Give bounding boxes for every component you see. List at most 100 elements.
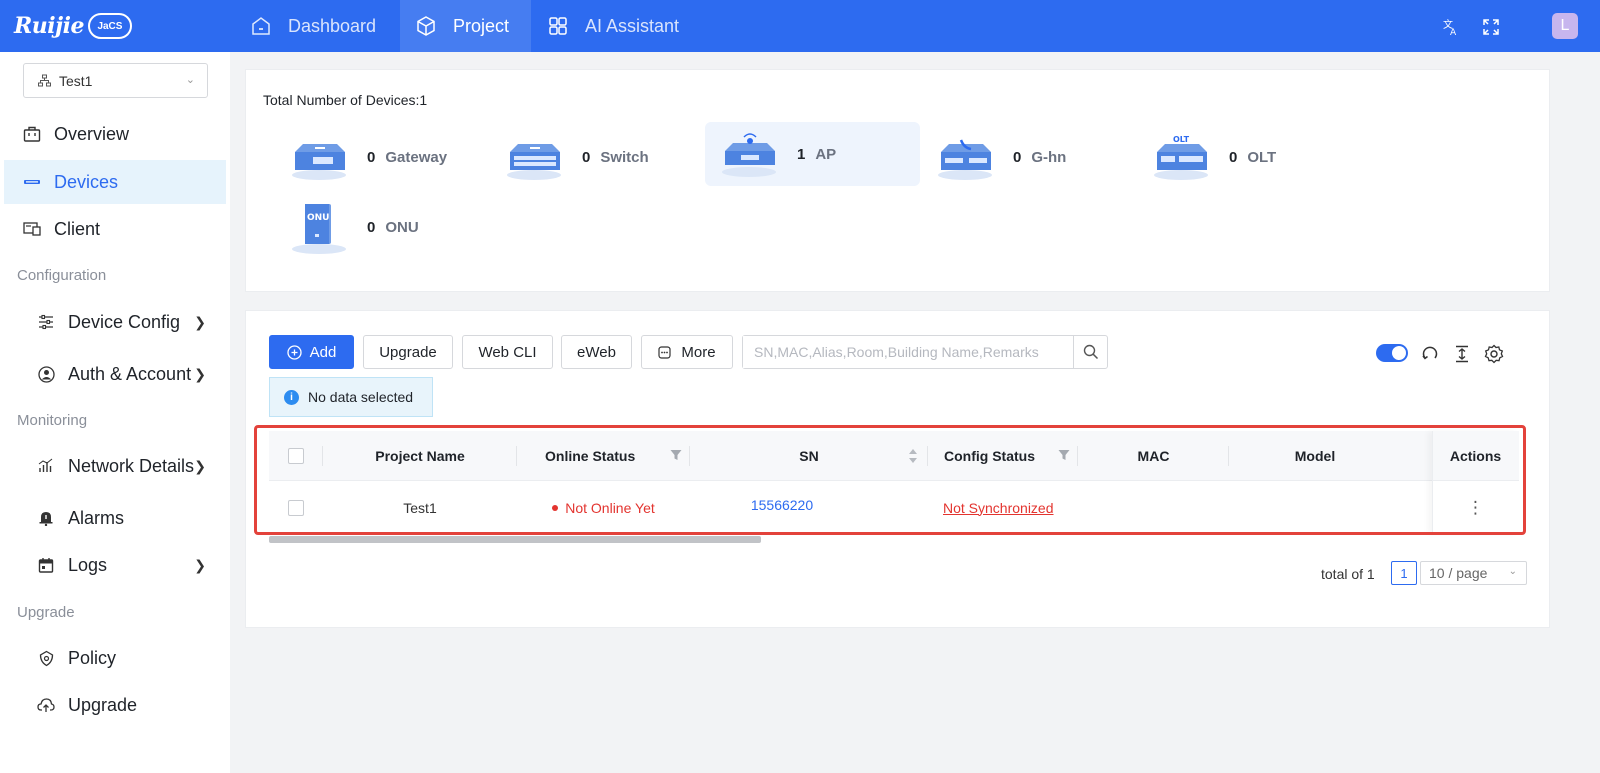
translate-icon[interactable]: 文A: [1440, 16, 1462, 38]
olt-device-icon: OLT: [1151, 132, 1213, 182]
chevron-down-icon: ⌄: [185, 74, 195, 86]
nav-ai-assistant[interactable]: AI Assistant: [547, 0, 707, 52]
device-name: ONU: [385, 218, 419, 236]
device-icon: [22, 172, 42, 192]
device-card-ap[interactable]: 1 AP: [705, 122, 920, 186]
search-icon: [1083, 344, 1098, 360]
sidebar-item-alarms[interactable]: Alarms: [4, 496, 226, 540]
add-button-label: Add: [309, 343, 337, 361]
device-summary-panel: Total Number of Devices:1 0 Gateway 0 Sw…: [245, 69, 1550, 292]
user-circle-icon: [36, 364, 56, 384]
search-input[interactable]: [743, 336, 1073, 368]
sidebar-item-client[interactable]: Client: [4, 207, 226, 251]
olt-badge-text: OLT: [1173, 135, 1190, 144]
settings-gear-icon[interactable]: [1483, 343, 1505, 365]
device-name: OLT: [1247, 148, 1277, 166]
sidebar-item-device-config[interactable]: Device Config ❯: [4, 300, 226, 344]
grid-icon: [549, 17, 567, 35]
sidebar-group-monitoring: Monitoring: [17, 412, 88, 429]
upgrade-button[interactable]: Upgrade: [363, 335, 453, 369]
sidebar-item-policy[interactable]: Policy: [4, 636, 226, 680]
sidebar-item-label: Device Config: [68, 311, 181, 332]
cube-icon: [417, 16, 435, 36]
onu-device-icon: ONU: [289, 202, 351, 254]
device-card-ghn[interactable]: 0 G-hn: [921, 125, 1136, 189]
info-icon: i: [284, 389, 299, 405]
bell-icon: [36, 508, 56, 528]
nav-dashboard[interactable]: Dashboard: [250, 0, 400, 52]
more-icon: [658, 345, 672, 359]
sidebar-group-configuration: Configuration: [17, 267, 107, 284]
nav-project-label: Project: [453, 15, 510, 36]
calendar-icon: [36, 555, 56, 575]
add-button[interactable]: Add: [269, 335, 354, 369]
table-horizontal-scrollbar[interactable]: [269, 536, 761, 543]
device-search: [742, 335, 1108, 369]
sidebar-item-logs[interactable]: Logs ❯: [4, 543, 226, 587]
switch-device-icon: [504, 132, 566, 182]
selection-info-banner: i No data selected: [269, 377, 433, 417]
device-list-panel: Add Upgrade Web CLI eWeb More i No data …: [245, 310, 1550, 628]
project-select-value: Test1: [59, 72, 93, 89]
user-avatar[interactable]: L: [1552, 13, 1578, 39]
fullscreen-icon[interactable]: [1480, 16, 1502, 38]
sidebar-item-auth-account[interactable]: Auth & Account ❯: [4, 352, 226, 396]
nav-dashboard-label: Dashboard: [288, 15, 377, 36]
client-icon: [22, 219, 42, 239]
plus-circle-icon: [286, 344, 302, 360]
device-card-gateway[interactable]: 0 Gateway: [275, 125, 490, 189]
device-count: 1: [797, 145, 806, 163]
sidebar-group-upgrade: Upgrade: [17, 604, 75, 621]
view-toggle-switch[interactable]: [1376, 344, 1408, 362]
sidebar-item-label: Devices: [54, 171, 119, 192]
device-name: Switch: [600, 148, 649, 166]
device-name: G-hn: [1031, 148, 1067, 166]
nav-project[interactable]: Project: [400, 0, 531, 52]
row-height-icon[interactable]: [1451, 343, 1473, 365]
chevron-right-icon: ❯: [194, 556, 206, 573]
web-cli-button[interactable]: Web CLI: [462, 335, 553, 369]
pagination-total: total of 1: [1321, 566, 1375, 582]
device-name: Gateway: [385, 148, 448, 166]
page-size-select[interactable]: 10 / page ⌄: [1420, 561, 1527, 585]
top-navbar: Ruijie JaCS Dashboard Project AI Assista…: [0, 0, 1600, 52]
logo-text: Ruijie: [14, 13, 84, 39]
project-select[interactable]: Test1 ⌄: [23, 63, 208, 98]
table-highlight-frame: [254, 425, 1526, 535]
more-button-label: More: [681, 343, 716, 361]
device-count: 0: [1013, 148, 1022, 166]
search-button[interactable]: [1073, 336, 1107, 368]
sidebar-item-upgrade[interactable]: Upgrade: [4, 683, 226, 727]
device-card-olt[interactable]: OLT 0 OLT: [1137, 125, 1352, 189]
sidebar-item-devices[interactable]: Devices: [4, 160, 226, 204]
selection-info-text: No data selected: [308, 389, 414, 405]
device-count: 0: [367, 218, 376, 236]
device-card-switch[interactable]: 0 Switch: [490, 125, 705, 189]
jacs-cloud-badge: JaCS: [87, 13, 132, 39]
more-button[interactable]: More: [641, 335, 733, 369]
sidebar-item-network-details[interactable]: Network Details ❯: [4, 444, 226, 488]
ruijie-logo[interactable]: Ruijie JaCS: [14, 8, 132, 44]
sidebar-item-label: Upgrade: [68, 694, 138, 715]
cloud-upload-icon: [36, 695, 56, 715]
home-icon: [252, 17, 270, 35]
pagination-page-1[interactable]: 1: [1391, 561, 1417, 585]
device-count: 0: [582, 148, 591, 166]
briefcase-icon: [22, 124, 42, 144]
shield-icon: [36, 648, 56, 668]
bar-chart-icon: [36, 456, 56, 476]
eweb-button[interactable]: eWeb: [561, 335, 632, 369]
device-name: AP: [815, 145, 837, 163]
content-bottom-area: [245, 640, 1550, 641]
sidebar-item-label: Alarms: [68, 507, 125, 528]
sidebar-item-label: Network Details: [68, 455, 195, 476]
network-icon: [38, 74, 51, 87]
device-count: 0: [367, 148, 376, 166]
refresh-icon[interactable]: [1419, 343, 1441, 365]
svg-text:A: A: [1450, 28, 1457, 36]
sidebar-item-overview[interactable]: Overview: [4, 112, 226, 156]
onu-badge-text: ONU: [307, 213, 330, 223]
device-card-onu[interactable]: ONU 0 ONU: [275, 195, 490, 259]
sidebar-item-label: Auth & Account: [68, 363, 192, 384]
device-count: 0: [1229, 148, 1238, 166]
